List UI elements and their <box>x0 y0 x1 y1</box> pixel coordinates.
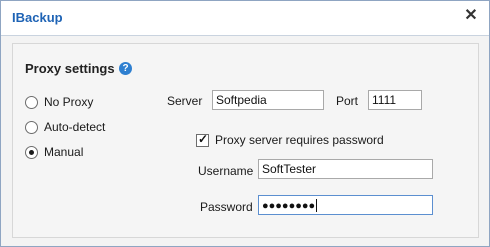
password-mask: ●●●●●●●● <box>262 200 316 212</box>
password-input[interactable]: ●●●●●●●● <box>258 195 433 215</box>
server-input[interactable]: Softpedia <box>212 90 324 110</box>
ibackup-dialog: IBackup ✕ Proxy settings ? No Proxy Auto… <box>0 0 490 247</box>
radio-label: No Proxy <box>44 95 94 109</box>
radio-label: Auto-detect <box>44 120 106 134</box>
radio-button[interactable] <box>25 146 38 159</box>
window-title: IBackup <box>12 10 63 25</box>
section-title: Proxy settings <box>25 61 115 76</box>
port-input[interactable]: 1111 <box>368 90 422 110</box>
radio-button[interactable] <box>25 96 38 109</box>
checkmark-icon: ✓ <box>198 132 209 146</box>
requires-password-label: Proxy server requires password <box>215 133 384 147</box>
radio-button[interactable] <box>25 121 38 134</box>
radio-label: Manual <box>44 145 84 159</box>
text-caret <box>316 199 318 213</box>
proxy-settings-panel: Proxy settings ? No Proxy Auto-detect Ma… <box>12 43 479 238</box>
username-input[interactable]: SoftTester <box>258 159 433 179</box>
requires-password-checkbox[interactable]: ✓ <box>196 132 209 147</box>
username-label: Username <box>198 164 254 178</box>
title-bar: IBackup ✕ <box>1 1 489 35</box>
password-label: Password <box>200 200 253 214</box>
help-icon[interactable]: ? <box>119 62 132 75</box>
port-label: Port <box>336 94 359 108</box>
server-label: Server <box>167 94 203 108</box>
title-divider <box>1 35 489 36</box>
close-icon[interactable]: ✕ <box>463 8 479 24</box>
